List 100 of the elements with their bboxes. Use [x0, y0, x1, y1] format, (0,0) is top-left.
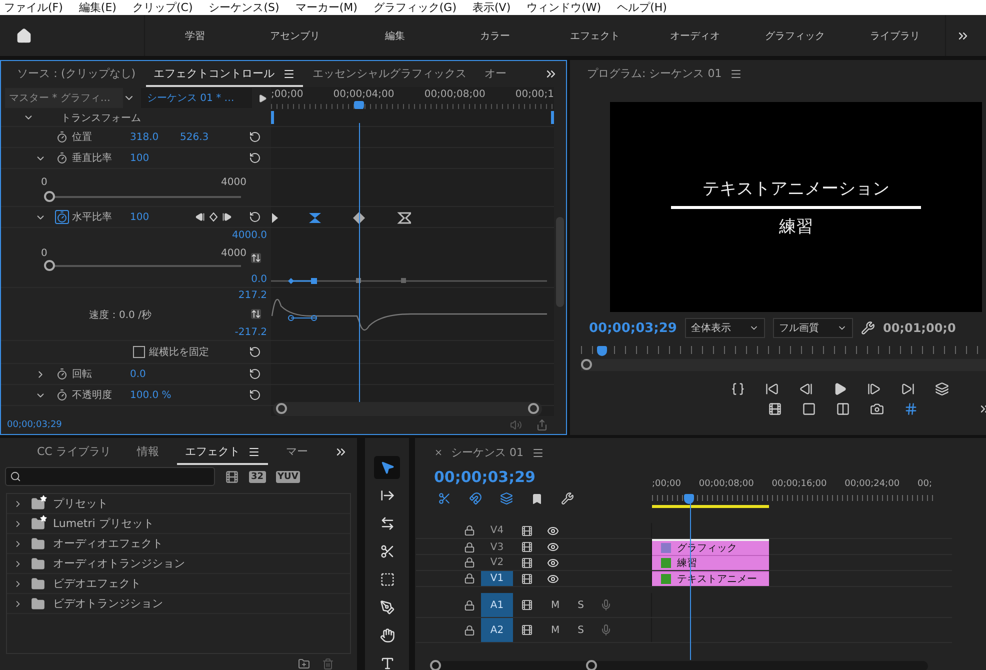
filter-badge[interactable]: 32 [249, 470, 266, 482]
quality-dropdown[interactable]: フル画質 [772, 318, 853, 338]
zoom-handle[interactable] [586, 660, 597, 670]
zoom-handle[interactable] [528, 403, 539, 414]
step-back-icon[interactable] [799, 382, 813, 396]
eye-icon[interactable] [547, 524, 559, 536]
menu-icon[interactable] [730, 68, 742, 80]
safe-margins-icon[interactable] [802, 402, 816, 416]
lock-icon[interactable] [464, 573, 475, 584]
camera-icon[interactable] [870, 402, 884, 416]
home-icon[interactable] [16, 28, 32, 44]
tree-item[interactable]: Lumetri プリセット [53, 516, 154, 531]
play-icon[interactable] [833, 382, 847, 396]
marker-icon[interactable] [768, 402, 782, 416]
menu-item[interactable]: シーケンス(S) [208, 0, 280, 15]
workspace-tab[interactable]: アセンブリ [245, 28, 345, 42]
menu-item[interactable]: マーカー(M) [295, 0, 358, 15]
track-target[interactable]: V3 [481, 539, 513, 555]
next-keyframe-icon[interactable] [222, 212, 232, 222]
horizontal-scrollbar[interactable] [430, 661, 928, 670]
property-value[interactable]: 100 [130, 212, 180, 222]
export-icon[interactable] [536, 419, 548, 431]
menu-item[interactable]: ヘルプ(H) [617, 0, 667, 15]
workspace-tab[interactable]: エフェクト [545, 28, 645, 42]
snap-icon[interactable] [469, 492, 482, 505]
settings-icon[interactable] [860, 321, 875, 335]
menu-item[interactable]: ウィンドウ(W) [526, 0, 602, 15]
eye-icon[interactable] [547, 572, 559, 584]
lock-icon[interactable] [464, 557, 475, 568]
stopwatch-icon[interactable] [55, 210, 69, 224]
solo-button[interactable]: S [578, 600, 584, 610]
microphone-icon[interactable] [600, 599, 612, 611]
stopwatch-icon[interactable] [55, 367, 69, 381]
slider-thumb[interactable] [44, 260, 55, 271]
panel-tab[interactable]: CC ライブラリ [29, 439, 119, 465]
panel-tab[interactable]: マー [278, 439, 316, 465]
marker-icon[interactable] [531, 492, 543, 505]
go-to-out-icon[interactable] [901, 382, 915, 396]
microphone-icon[interactable] [600, 624, 612, 636]
lock-icon[interactable] [464, 624, 475, 636]
tree-item[interactable]: ビデオエフェクト [53, 576, 141, 591]
go-to-in-icon[interactable] [765, 382, 779, 396]
menu-item[interactable]: 編集(E) [78, 0, 116, 15]
play-icon[interactable] [258, 94, 267, 102]
workspace-tab[interactable]: 学習 [145, 28, 245, 42]
sync-lock-icon[interactable] [521, 556, 533, 568]
mark-out-icon[interactable] [731, 382, 745, 396]
track-target[interactable]: V4 [481, 523, 513, 538]
sync-lock-icon[interactable] [521, 599, 533, 611]
track-target[interactable]: A1 [481, 593, 513, 617]
slider-thumb[interactable] [44, 191, 55, 202]
add-keyframe-icon[interactable] [209, 212, 218, 222]
zoom-dropdown[interactable]: 全体表示 [684, 318, 765, 338]
sync-lock-icon[interactable] [521, 524, 533, 536]
timecode[interactable]: 00;00;03;29 [434, 468, 652, 486]
step-forward-icon[interactable] [867, 382, 881, 396]
zoom-handle[interactable] [276, 403, 287, 414]
eye-icon[interactable] [547, 556, 559, 568]
reset-icon[interactable] [249, 131, 261, 143]
fit-icon[interactable] [836, 402, 850, 416]
property-value[interactable]: 318.0 [130, 132, 180, 142]
panel-tab[interactable]: ソース：(クリップなし) [9, 61, 144, 87]
horizontal-scrollbar[interactable] [273, 402, 542, 416]
track-target[interactable]: V2 [481, 555, 513, 570]
previous-keyframe-icon[interactable] [195, 212, 205, 222]
panel-tab[interactable]: オー [476, 61, 515, 87]
filter-badge[interactable]: YUV [276, 470, 300, 482]
lock-icon[interactable] [464, 525, 475, 536]
reset-icon[interactable] [249, 346, 261, 358]
playhead-marker[interactable] [684, 494, 694, 504]
lock-icon[interactable] [464, 542, 475, 552]
tree-item[interactable]: ビデオトランジション [53, 596, 163, 611]
sequence-tab[interactable]: シーケンス 01 [434, 445, 652, 462]
playhead-marker[interactable] [597, 346, 607, 356]
linked-selection-icon[interactable] [500, 492, 513, 505]
menu-icon[interactable] [282, 68, 295, 80]
panel-tab[interactable]: 情報 [128, 439, 167, 465]
zoom-handle[interactable] [581, 359, 592, 370]
reset-icon[interactable] [249, 368, 261, 380]
sync-lock-icon[interactable] [521, 541, 533, 553]
track-target[interactable]: A2 [481, 618, 513, 642]
stopwatch-icon[interactable] [55, 151, 69, 165]
property-value[interactable]: 0.0 [130, 368, 180, 380]
grid-icon[interactable] [904, 402, 918, 416]
checkbox[interactable] [133, 346, 145, 358]
search-field[interactable] [5, 467, 215, 486]
workspace-tab[interactable]: ライブラリ [845, 28, 945, 42]
selection-tool[interactable] [374, 456, 400, 479]
new-bin-icon[interactable] [298, 658, 310, 670]
close-icon[interactable] [434, 448, 443, 457]
zoom-handle[interactable] [430, 660, 441, 670]
solo-button[interactable]: S [578, 624, 584, 636]
sync-lock-icon[interactable] [521, 624, 533, 636]
menu-item[interactable]: クリップ(C) [132, 0, 193, 15]
property-value[interactable]: 100.0 % [130, 390, 180, 400]
mute-button[interactable]: M [551, 600, 560, 610]
stopwatch-icon[interactable] [55, 130, 69, 144]
panel-tab[interactable]: エフェクト [176, 439, 268, 465]
workspace-tab[interactable]: グラフィック [745, 28, 845, 42]
workspace-tab[interactable]: カラー [445, 28, 545, 42]
